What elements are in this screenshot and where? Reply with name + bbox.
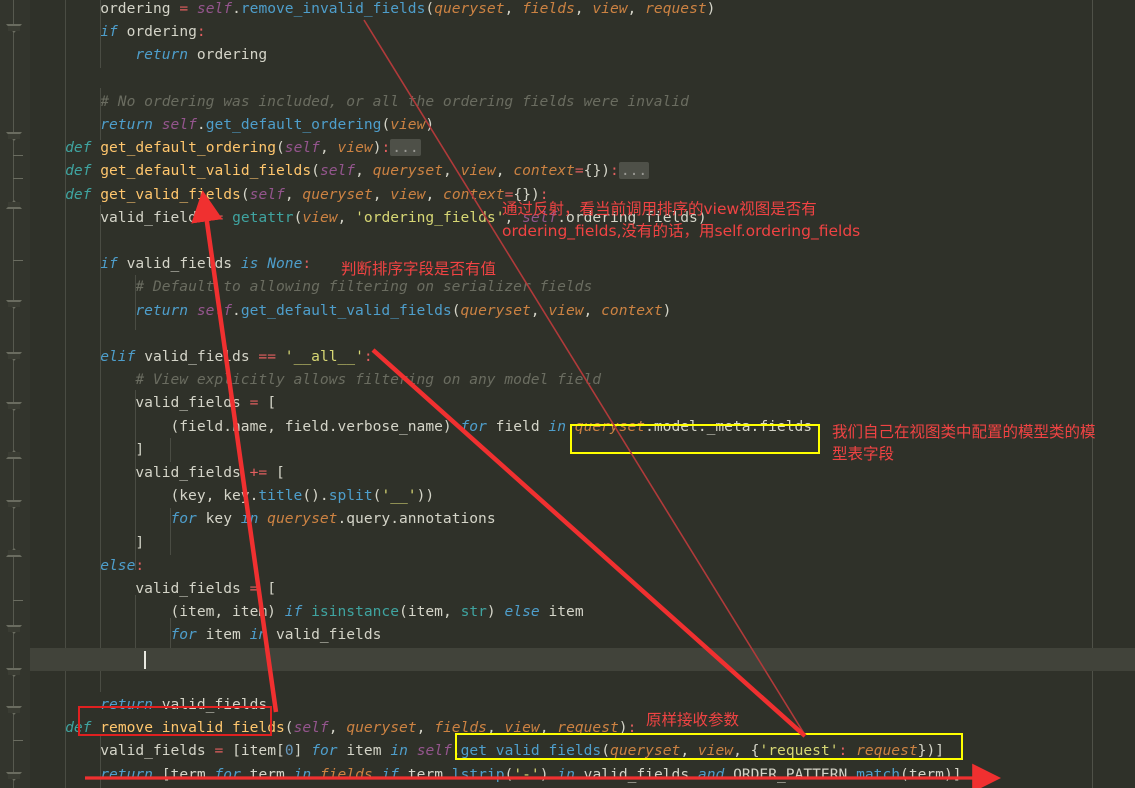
fold-triangle-fill (8, 502, 20, 507)
code-fold-down-icon[interactable] (6, 352, 22, 361)
editor-gutter (0, 0, 30, 788)
fold-bar-icon[interactable] (13, 260, 23, 261)
indent-guide (100, 88, 102, 140)
fold-bar-icon[interactable] (13, 740, 23, 741)
code-line[interactable]: elif valid_fields == '__all__': (100, 345, 372, 368)
code-line[interactable]: for key in queryset.query.annotations (170, 507, 495, 530)
fold-triangle-fill (8, 404, 20, 409)
code-fold-down-icon[interactable] (6, 706, 22, 715)
fold-triangle-fill (8, 627, 20, 632)
code-line[interactable]: ordering = self.remove_invalid_fields(qu… (100, 0, 715, 20)
fold-triangle-fill (8, 708, 20, 713)
indent-guide (100, 205, 102, 692)
fold-triangle-fill (8, 302, 20, 307)
indent-guide (135, 390, 137, 570)
code-line[interactable]: return self.get_default_valid_fields(que… (135, 299, 671, 322)
fold-bar-icon[interactable] (13, 600, 23, 601)
code-line[interactable]: return self.get_default_ordering(view) (100, 113, 434, 136)
code-editor-window: ordering = self.remove_invalid_fields(qu… (0, 0, 1135, 788)
annot-pass-through-params: 原样接收参数 (646, 711, 740, 729)
text-caret (144, 650, 147, 669)
code-line[interactable]: for item in valid_fields (170, 623, 381, 646)
fold-triangle-fill (8, 202, 20, 207)
fold-triangle-fill (8, 774, 20, 779)
code-line[interactable]: valid_fields = [ (135, 391, 276, 414)
box-queryset-model-meta-fields (570, 424, 820, 454)
code-line[interactable]: (item, item) if isinstance(item, str) el… (170, 600, 583, 623)
code-line[interactable]: # View explicitly allows filtering on an… (135, 368, 601, 391)
indent-guide (170, 508, 172, 555)
current-line-highlight (30, 647, 1135, 671)
code-line[interactable]: # No ordering was included, or all the o… (100, 90, 689, 113)
code-fold-down-icon[interactable] (6, 402, 22, 411)
annot-model-fields: 我们自己在视图类中配置的模型类的模 型表字段 (832, 423, 1096, 463)
annot-reflection: 通过反射，看当前调用排序的view视图是否有 ordering_fields,没… (502, 200, 861, 240)
code-fold-down-icon[interactable] (6, 668, 22, 677)
fold-triangle-fill (8, 452, 20, 457)
code-fold-down-icon[interactable] (6, 132, 22, 141)
code-line[interactable]: ] (135, 438, 144, 461)
fold-triangle-fill (8, 550, 20, 555)
code-line[interactable]: valid_fields += [ (135, 461, 284, 484)
code-line[interactable]: def get_valid_fields(self, queryset, vie… (65, 183, 548, 206)
code-content[interactable]: ordering = self.remove_invalid_fields(qu… (30, 0, 1135, 788)
box-remove-invalid-fields (78, 706, 272, 736)
code-fold-down-icon[interactable] (6, 24, 22, 33)
indent-guide (170, 438, 172, 462)
code-line[interactable]: (key, key.title().split('__')) (170, 484, 434, 507)
code-line[interactable]: if valid_fields is None: (100, 252, 311, 275)
fold-triangle-fill (8, 26, 20, 31)
fold-triangle-fill (8, 354, 20, 359)
code-fold-up-icon[interactable] (6, 450, 22, 459)
indent-guide (100, 0, 102, 68)
code-fold-down-icon[interactable] (6, 772, 22, 781)
indent-guide (100, 735, 102, 788)
code-fold-down-icon[interactable] (6, 500, 22, 509)
code-line[interactable]: ] (135, 531, 144, 554)
indent-guide (135, 275, 137, 330)
code-line[interactable]: else: (100, 554, 144, 577)
fold-triangle-fill (8, 670, 20, 675)
box-get-valid-fields-call (455, 733, 963, 760)
code-line[interactable]: return [term for term in fields if term.… (100, 763, 961, 786)
fold-bar-icon[interactable] (13, 178, 23, 179)
fold-bar-icon[interactable] (13, 155, 23, 156)
code-fold-down-icon[interactable] (6, 625, 22, 634)
code-line[interactable]: valid_fields = [ (135, 577, 276, 600)
code-fold-up-icon[interactable] (6, 548, 22, 557)
code-line[interactable]: def get_default_valid_fields(self, query… (65, 159, 650, 182)
code-line[interactable]: def get_default_ordering(self, view):... (65, 136, 421, 159)
fold-triangle-fill (8, 134, 20, 139)
code-line[interactable]: if ordering: (100, 20, 205, 43)
annot-judge-ordering-field: 判断排序字段是否有值 (341, 260, 497, 278)
code-fold-up-icon[interactable] (6, 200, 22, 209)
code-line[interactable]: return ordering (135, 43, 267, 66)
code-fold-down-icon[interactable] (6, 300, 22, 309)
